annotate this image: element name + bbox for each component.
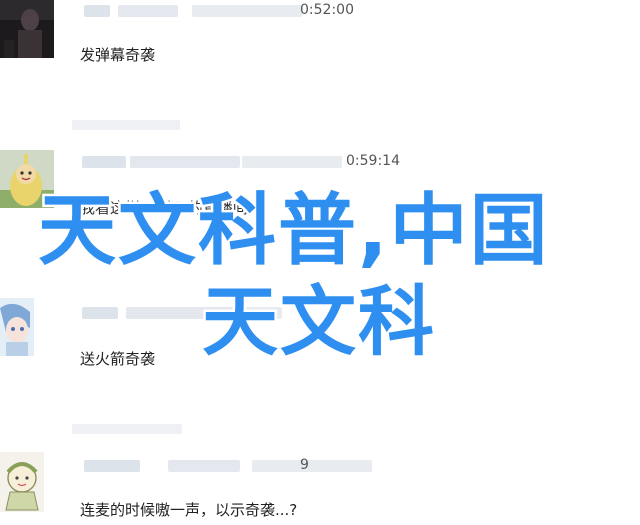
avatar[interactable] (0, 452, 44, 512)
blurred-username (82, 307, 118, 319)
comment-text: 连麦的时候嗷一声，以示奇袭...? (80, 501, 298, 519)
comment-meta: 0:52:00 (82, 2, 362, 18)
comment-text: 发弹幕奇袭 (80, 46, 156, 64)
blurred-timestamp (242, 156, 342, 168)
blurred-username (84, 460, 140, 472)
avatar[interactable] (0, 0, 54, 58)
comment-time: 0:52:00 (300, 2, 354, 18)
blurred-username (130, 156, 240, 168)
blurred-timestamp (192, 5, 302, 17)
blurred-username (82, 156, 126, 168)
avatar[interactable] (0, 298, 34, 356)
blurred-reply-info (72, 424, 182, 434)
blurred-username (118, 5, 178, 17)
blurred-timestamp (252, 460, 372, 472)
comment-time: 0:59:14 (346, 153, 400, 169)
comment-text: 送火箭奇袭 (80, 350, 156, 368)
comment-time: 9 (300, 457, 309, 473)
watermark-line-2: 天文科 (200, 275, 437, 368)
watermark-line-1: 天文科普,中国 (36, 184, 551, 279)
blurred-username (168, 460, 240, 472)
blurred-reply-info (72, 120, 180, 130)
comment-meta: 0:59:14 (82, 153, 402, 169)
comment-meta: 9 (82, 457, 372, 473)
blurred-username (84, 5, 110, 17)
